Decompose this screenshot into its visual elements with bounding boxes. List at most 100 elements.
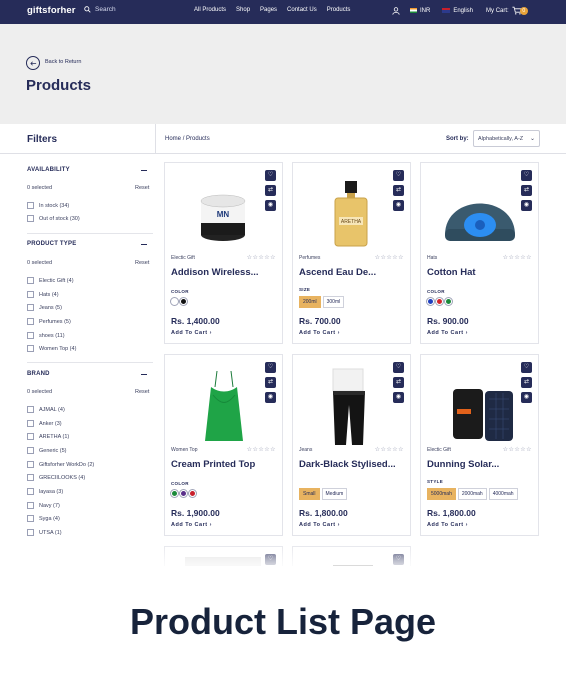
heart-icon[interactable]: ♡ (521, 362, 532, 373)
style-option[interactable]: 5000mah (427, 488, 456, 500)
filter-option[interactable]: UTSA (1) (27, 529, 62, 536)
filter-option[interactable]: ARETHA (1) (27, 433, 69, 440)
color-swatch[interactable] (426, 297, 435, 306)
filter-option[interactable]: Syga (4) (27, 515, 60, 522)
site-logo[interactable]: giftsforher (27, 5, 76, 16)
filter-option[interactable]: Generic (5) (27, 447, 67, 454)
product-image[interactable] (431, 365, 521, 445)
compare-icon[interactable]: ⇄ (521, 185, 532, 196)
product-name[interactable]: Addison Wireless... (171, 267, 259, 278)
filter-option[interactable]: AJMAL (4) (27, 406, 65, 413)
color-swatch[interactable] (179, 297, 188, 306)
checkbox[interactable] (27, 332, 34, 339)
product-name[interactable]: Ascend Eau De... (299, 267, 376, 278)
heart-icon[interactable]: ♡ (393, 554, 404, 565)
checkbox[interactable] (27, 345, 34, 352)
checkbox[interactable] (27, 529, 34, 536)
filter-reset-button[interactable]: Reset (135, 185, 149, 191)
filter-option[interactable]: shoes (11) (27, 332, 65, 339)
product-image[interactable] (431, 173, 521, 253)
filter-option[interactable]: Jeans (5) (27, 304, 62, 311)
checkbox[interactable] (27, 304, 34, 311)
product-image[interactable] (303, 365, 393, 445)
product-image[interactable]: ARETHA (303, 173, 393, 253)
product-image[interactable] (175, 365, 265, 445)
sort-select[interactable]: Alphabetically, A-Z ⌄ (473, 130, 540, 147)
add-to-cart-button[interactable]: Add To Cart › (171, 330, 212, 336)
size-option[interactable]: 300ml (322, 296, 345, 308)
filter-reset-button[interactable]: Reset (135, 260, 149, 266)
filter-option[interactable]: Hats (4) (27, 291, 59, 298)
filter-option[interactable]: Women Top (4) (27, 345, 76, 352)
color-swatch[interactable] (188, 489, 197, 498)
breadcrumb-home[interactable]: Home (165, 136, 181, 142)
collapse-minus-icon[interactable] (141, 170, 147, 171)
nav-contact-us[interactable]: Contact Us (287, 7, 317, 13)
add-to-cart-button[interactable]: Add To Cart › (427, 522, 468, 528)
checkbox[interactable] (27, 488, 34, 495)
filter-option[interactable]: Electic Gift (4) (27, 277, 74, 284)
eye-icon[interactable]: ◉ (393, 392, 404, 403)
product-card[interactable]: ♡ ⇄ ◉ Hats ☆☆☆☆☆ Cotton Hat COLOR Rs. 90… (420, 162, 539, 344)
add-to-cart-button[interactable]: Add To Cart › (427, 330, 468, 336)
product-card[interactable]: ♡ ⇄ ◉ Electic Gift ☆☆☆☆☆ Dunning Solar..… (420, 354, 539, 536)
product-card[interactable]: ♡ ⇄ ◉ Jeans ☆☆☆☆☆ Dark-Black Stylised...… (292, 354, 411, 536)
checkbox[interactable] (27, 215, 34, 222)
language-select[interactable]: English (453, 8, 473, 14)
compare-icon[interactable]: ⇄ (393, 377, 404, 388)
add-to-cart-button[interactable]: Add To Cart › (299, 522, 340, 528)
product-name[interactable]: Dunning Solar... (427, 459, 499, 470)
checkbox[interactable] (27, 474, 34, 481)
checkbox[interactable] (27, 447, 34, 454)
filter-option[interactable]: In stock (34) (27, 202, 69, 209)
color-swatch[interactable] (170, 297, 179, 306)
checkbox[interactable] (27, 406, 34, 413)
back-button[interactable] (26, 56, 40, 70)
checkbox[interactable] (27, 502, 34, 509)
nav-products[interactable]: Products (327, 7, 351, 13)
checkbox[interactable] (27, 515, 34, 522)
filter-option[interactable]: Out of stock (30) (27, 215, 80, 222)
checkbox[interactable] (27, 277, 34, 284)
color-swatch[interactable] (444, 297, 453, 306)
cart-label[interactable]: My Cart (486, 8, 507, 14)
product-image[interactable]: MN (175, 173, 265, 253)
size-option[interactable]: Small (299, 488, 320, 500)
checkbox[interactable] (27, 461, 34, 468)
size-option[interactable]: 200ml (299, 296, 321, 308)
checkbox[interactable] (27, 433, 34, 440)
style-option[interactable]: 2000mah (457, 488, 487, 500)
color-swatch[interactable] (179, 489, 188, 498)
add-to-cart-button[interactable]: Add To Cart › (299, 330, 340, 336)
eye-icon[interactable]: ◉ (521, 200, 532, 211)
filter-option[interactable]: Navy (7) (27, 502, 60, 509)
filter-product-type-title[interactable]: PRODUCT TYPE (27, 241, 76, 247)
collapse-minus-icon[interactable] (141, 374, 147, 375)
checkbox[interactable] (27, 420, 34, 427)
color-swatch[interactable] (435, 297, 444, 306)
product-card[interactable]: ARETHA ♡ ⇄ ◉ Perfumes ☆☆☆☆☆ Ascend Eau D… (292, 162, 411, 344)
filter-option[interactable]: layasa (3) (27, 488, 63, 495)
checkbox[interactable] (27, 318, 34, 325)
heart-icon[interactable]: ♡ (265, 362, 276, 373)
collapse-minus-icon[interactable] (141, 244, 147, 245)
add-to-cart-button[interactable]: Add To Cart › (171, 522, 212, 528)
checkbox[interactable] (27, 202, 34, 209)
eye-icon[interactable]: ◉ (521, 392, 532, 403)
compare-icon[interactable]: ⇄ (521, 377, 532, 388)
checkbox[interactable] (27, 291, 34, 298)
filter-option[interactable]: Perfumes (5) (27, 318, 71, 325)
compare-icon[interactable]: ⇄ (265, 185, 276, 196)
filter-option[interactable]: GRECIILOOKS (4) (27, 474, 85, 481)
heart-icon[interactable]: ♡ (521, 170, 532, 181)
nav-shop[interactable]: Shop (236, 7, 250, 13)
product-card[interactable]: MN ♡ ⇄ ◉ Electic Gift ☆☆☆☆☆ Addison Wire… (164, 162, 283, 344)
filter-reset-button[interactable]: Reset (135, 389, 149, 395)
back-link[interactable]: Back to Return (45, 59, 81, 65)
product-name[interactable]: Cream Printed Top (171, 459, 255, 470)
nav-pages[interactable]: Pages (260, 7, 277, 13)
filter-availability-title[interactable]: AVAILABILITY (27, 167, 70, 173)
compare-icon[interactable]: ⇄ (265, 377, 276, 388)
filter-option[interactable]: Giftsforher WorkDo (2) (27, 461, 94, 468)
filter-option[interactable]: Anker (3) (27, 420, 62, 427)
